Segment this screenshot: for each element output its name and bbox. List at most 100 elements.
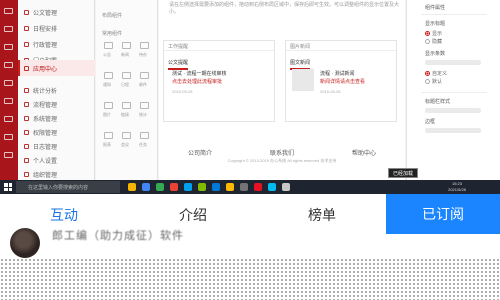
footer-link[interactable]: 联系我们 <box>270 148 294 157</box>
radio-option[interactable]: 自定义 <box>425 70 447 77</box>
taskbar-clock[interactable]: 15:23 2021/5/28 <box>440 181 474 193</box>
style-select[interactable] <box>425 108 481 113</box>
radio-icon <box>425 31 430 36</box>
flow-icon[interactable] <box>4 98 13 104</box>
widget-tile-label: 会议 <box>121 142 129 147</box>
folder-icon <box>24 87 29 93</box>
lock-icon[interactable] <box>4 134 13 140</box>
card-date: 2019-05-28 <box>172 89 193 94</box>
widget-panel-title: 布局组件 <box>102 13 123 19</box>
widget-tile-icon[interactable] <box>122 102 131 109</box>
count-input[interactable] <box>425 60 481 65</box>
gear-icon[interactable] <box>4 116 13 122</box>
taskbar-tooltip: 已经加载 <box>388 168 419 178</box>
document-icon[interactable] <box>4 26 13 32</box>
home-icon[interactable] <box>4 8 13 14</box>
taskbar-app-icon[interactable] <box>226 183 234 191</box>
windows-start-icon[interactable] <box>4 183 12 191</box>
taskbar-app-icon[interactable] <box>268 183 276 191</box>
property-label: 显示条数 <box>425 51 446 57</box>
folder-icon <box>24 9 29 15</box>
widget-tile-icon[interactable] <box>104 102 113 109</box>
divider <box>421 14 487 15</box>
footer-link[interactable]: 帮助中心 <box>352 148 376 157</box>
author-name[interactable]: 郎工编（助力成征）软件 <box>52 227 184 243</box>
card-header: 图片新闻 <box>286 41 396 51</box>
taskbar-app-icon[interactable] <box>240 183 248 191</box>
widget-tile-icon[interactable] <box>140 72 149 79</box>
card-work-reminder[interactable]: 工作提醒 公文提醒 测试 · 流程一期在线审核 点击去处理此流程审批 2019-… <box>163 40 275 122</box>
taskbar-app-icon[interactable] <box>170 183 178 191</box>
card-tab[interactable]: 公文提醒 <box>168 59 189 70</box>
dotted-background <box>0 258 500 300</box>
widget-tile-icon[interactable] <box>122 132 131 139</box>
widget-tile-icon[interactable] <box>104 72 113 79</box>
taskbar-app-icon[interactable] <box>142 183 150 191</box>
card-line[interactable]: 测试 · 流程一期在线审核 <box>172 71 226 78</box>
taskbar-app-icon[interactable] <box>184 183 192 191</box>
folder-icon <box>24 157 29 163</box>
properties-title: 组件属性 <box>425 5 446 11</box>
taskbar-app-icon[interactable] <box>254 183 262 191</box>
card-date: 2019-05-28 <box>320 89 341 94</box>
taskbar-app-icon[interactable] <box>282 183 290 191</box>
folder-icon <box>24 25 29 31</box>
widget-tile-icon[interactable] <box>140 132 149 139</box>
widget-tile-label: 日程 <box>121 82 129 87</box>
folder-icon <box>24 171 29 177</box>
widget-tile-icon[interactable] <box>122 72 131 79</box>
sidebar-item-docs[interactable]: 公文管理 <box>18 4 95 20</box>
taskbar-app-icon[interactable] <box>212 183 220 191</box>
clock-date: 2021/5/28 <box>448 187 466 192</box>
sidebar-item-admin[interactable]: 行政管理 <box>18 36 95 52</box>
folder-icon <box>24 129 29 135</box>
tab-ranking[interactable]: 榜单 <box>258 194 386 236</box>
taskbar-search-input[interactable]: 在这里输入你要搜索的内容 <box>16 181 120 193</box>
border-select[interactable] <box>425 128 481 133</box>
footer-link[interactable]: 公司简介 <box>188 148 212 157</box>
widget-tile-icon[interactable] <box>140 102 149 109</box>
widget-tile-icon[interactable] <box>122 42 131 49</box>
taskbar-app-icon[interactable] <box>156 183 164 191</box>
card-header: 工作提醒 <box>164 41 274 51</box>
grid-icon[interactable] <box>4 62 13 68</box>
widget-panel: 布局组件 常用组件 公告 新闻 待办 通知 日程 邮件 图片 链接 统计 报表 会议 任务 <box>96 0 158 182</box>
widget-tile-label: 公告 <box>103 52 111 57</box>
subscribed-button[interactable]: 已订阅 <box>386 194 500 234</box>
property-label: 边框 <box>425 119 436 125</box>
radio-icon <box>425 79 430 84</box>
card-line[interactable]: 新闻详情请点击查看 <box>320 79 365 86</box>
taskbar-app-icon[interactable] <box>198 183 206 191</box>
widget-tile-icon[interactable] <box>104 42 113 49</box>
widget-tile-icon[interactable] <box>140 42 149 49</box>
folder-icon <box>24 41 29 47</box>
widget-tile-label: 统计 <box>139 112 147 117</box>
avatar[interactable] <box>10 228 40 258</box>
instruction-text: 请在左侧选择需要添加的组件，拖动到右侧布局区域中，保存后即可生效。可以调整组件的… <box>169 2 400 15</box>
card-line[interactable]: 流程 · 测试新闻 <box>320 71 354 78</box>
windows-taskbar: 在这里输入你要搜索的内容 <box>0 180 500 194</box>
taskbar-app-icon[interactable] <box>128 183 136 191</box>
footer-links: 公司简介 联系我们 帮助中心 <box>159 148 405 157</box>
sidebar-item-schedule[interactable]: 日程安排 <box>18 20 95 36</box>
widget-tile-label: 新闻 <box>121 52 129 57</box>
card-image-news[interactable]: 图片新闻 图文新闻 流程 · 测试新闻 新闻详情请点击查看 2019-05-28 <box>285 40 397 122</box>
widget-panel-section: 常用组件 <box>102 31 123 37</box>
radio-option[interactable]: 隐藏 <box>425 38 442 45</box>
widget-tile-label: 通知 <box>103 82 111 87</box>
folder-icon <box>24 143 29 149</box>
radio-option[interactable]: 显示 <box>425 30 442 37</box>
app-root: 公文管理 日程安排 行政管理 门户配置 应用中心 统计分析 流程管理 系统管理 … <box>0 0 500 300</box>
calendar-icon[interactable] <box>4 44 13 50</box>
radio-option[interactable]: 默认 <box>425 78 442 85</box>
layout-canvas: 请在左侧选择需要添加的组件，拖动到右侧布局区域中，保存后即可生效。可以调整组件的… <box>159 0 405 182</box>
property-label: 显示标题 <box>425 21 446 27</box>
card-line[interactable]: 点击去处理此流程审批 <box>172 79 222 86</box>
widget-tile-icon[interactable] <box>104 132 113 139</box>
sidebar-item-apps[interactable]: 应用中心 <box>18 60 95 76</box>
image-placeholder-icon <box>292 69 314 91</box>
chart-icon[interactable] <box>4 80 13 86</box>
sidebar: 公文管理 日程安排 行政管理 门户配置 应用中心 统计分析 流程管理 系统管理 … <box>18 0 95 182</box>
widget-tile-label: 待办 <box>139 52 147 57</box>
user-icon[interactable] <box>4 152 13 158</box>
